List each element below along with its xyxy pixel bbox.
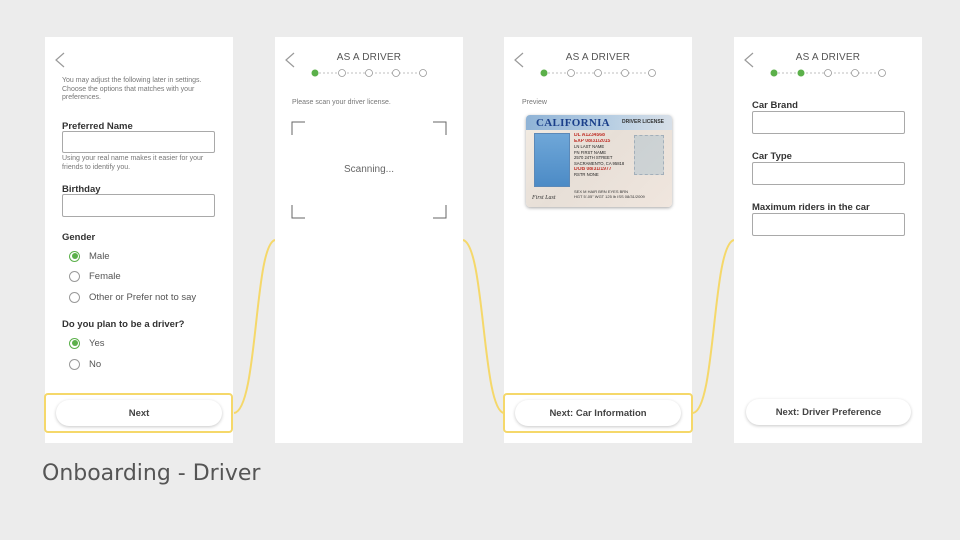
driver-option-label: No: [89, 358, 102, 370]
screen-scan-license: AS A DRIVER Please scan your driver lice…: [275, 37, 463, 443]
radio-checked-icon[interactable]: [69, 337, 80, 349]
progress-stepper: [311, 69, 427, 77]
step-dot: [419, 69, 427, 77]
step-dot: [621, 69, 629, 77]
max-riders-label: Maximum riders in the car: [752, 202, 870, 213]
step-dot-done: [311, 69, 319, 77]
car-brand-label: Car Brand: [752, 100, 798, 111]
license-type: DRIVER LICENSE: [622, 119, 664, 125]
gender-option-label: Female: [89, 270, 121, 282]
back-chevron-icon[interactable]: [53, 51, 67, 69]
step-dot: [365, 69, 373, 77]
name-hint-text: Using your real name makes it easier for…: [62, 155, 204, 171]
car-type-label: Car Type: [752, 151, 792, 162]
gender-option-other[interactable]: Other or Prefer not to say: [69, 290, 196, 304]
step-dot-done: [540, 69, 548, 77]
gender-option-female[interactable]: Female: [69, 269, 121, 283]
screen-title: AS A DRIVER: [565, 52, 631, 63]
step-dot: [594, 69, 602, 77]
progress-stepper: [770, 69, 886, 77]
driver-option-yes[interactable]: Yes: [69, 336, 105, 350]
step-dot-done: [770, 69, 778, 77]
step-dot: [824, 69, 832, 77]
license-rstr: RSTR NONE: [574, 172, 599, 178]
step-dot: [648, 69, 656, 77]
driver-question-label: Do you plan to be a driver?: [62, 319, 185, 330]
scan-status-text: Scanning...: [343, 164, 395, 175]
step-dot: [567, 69, 575, 77]
license-state: CALIFORNIA: [536, 117, 610, 129]
driver-license-image: CALIFORNIA DRIVER LICENSE DL A1234568 EX…: [526, 115, 672, 207]
slide-caption: Onboarding - Driver: [42, 461, 261, 486]
license-photo: [534, 133, 570, 187]
gender-option-male[interactable]: Male: [69, 249, 110, 263]
radio-unchecked-icon[interactable]: [69, 358, 80, 370]
gender-option-label: Other or Prefer not to say: [89, 291, 197, 303]
screen-license-preview: AS A DRIVER Preview CALIFORNIA DRIVER LI…: [503, 37, 693, 443]
gender-option-label: Male: [89, 250, 110, 262]
license-details: DL A1234568 EXP 08/31/2015 LN LAST NAME …: [574, 133, 638, 178]
license-physical: SEX M HAIR BRN EYES BRN HGT 5'-05" WGT 1…: [574, 189, 645, 199]
license-iss: ISS 08/31/2009: [617, 194, 645, 199]
radio-checked-icon[interactable]: [69, 250, 80, 262]
max-riders-input[interactable]: [752, 213, 905, 236]
radio-unchecked-icon[interactable]: [69, 291, 80, 303]
connector-1-2: [233, 239, 276, 414]
car-type-input[interactable]: [752, 162, 905, 185]
step-dot: [851, 69, 859, 77]
next-button[interactable]: Next: [56, 400, 222, 426]
scan-instruction: Please scan your driver license.: [292, 99, 391, 106]
license-height: HGT 5'-05": [574, 194, 594, 199]
car-brand-input[interactable]: [752, 111, 905, 134]
screen-car-information: AS A DRIVER Car Brand Car Type Maximum r…: [734, 37, 922, 443]
next-car-information-button[interactable]: Next: Car Information: [515, 400, 681, 426]
next-driver-preference-button[interactable]: Next: Driver Preference: [746, 399, 911, 425]
screen-title: AS A DRIVER: [795, 52, 861, 63]
radio-unchecked-icon[interactable]: [69, 270, 80, 282]
license-signature: First Last: [532, 195, 556, 201]
driver-option-label: Yes: [89, 337, 105, 349]
screen-title: AS A DRIVER: [336, 52, 402, 63]
connector-3-4: [692, 239, 735, 414]
step-dot: [338, 69, 346, 77]
intro-text: You may adjust the following later in se…: [62, 77, 202, 101]
gender-label: Gender: [62, 232, 96, 243]
preferred-name-input[interactable]: [62, 131, 215, 153]
connector-2-3: [462, 239, 505, 414]
step-dot: [878, 69, 886, 77]
license-weight: WGT 125 lb: [594, 194, 617, 199]
screen-profile-preferences: You may adjust the following later in se…: [44, 37, 233, 443]
preview-label: Preview: [522, 99, 547, 106]
birthday-input[interactable]: [62, 194, 215, 217]
step-dot: [392, 69, 400, 77]
progress-stepper: [540, 69, 656, 77]
license-ghost-photo: [634, 135, 664, 175]
driver-option-no[interactable]: No: [69, 357, 101, 371]
step-dot-done: [797, 69, 805, 77]
